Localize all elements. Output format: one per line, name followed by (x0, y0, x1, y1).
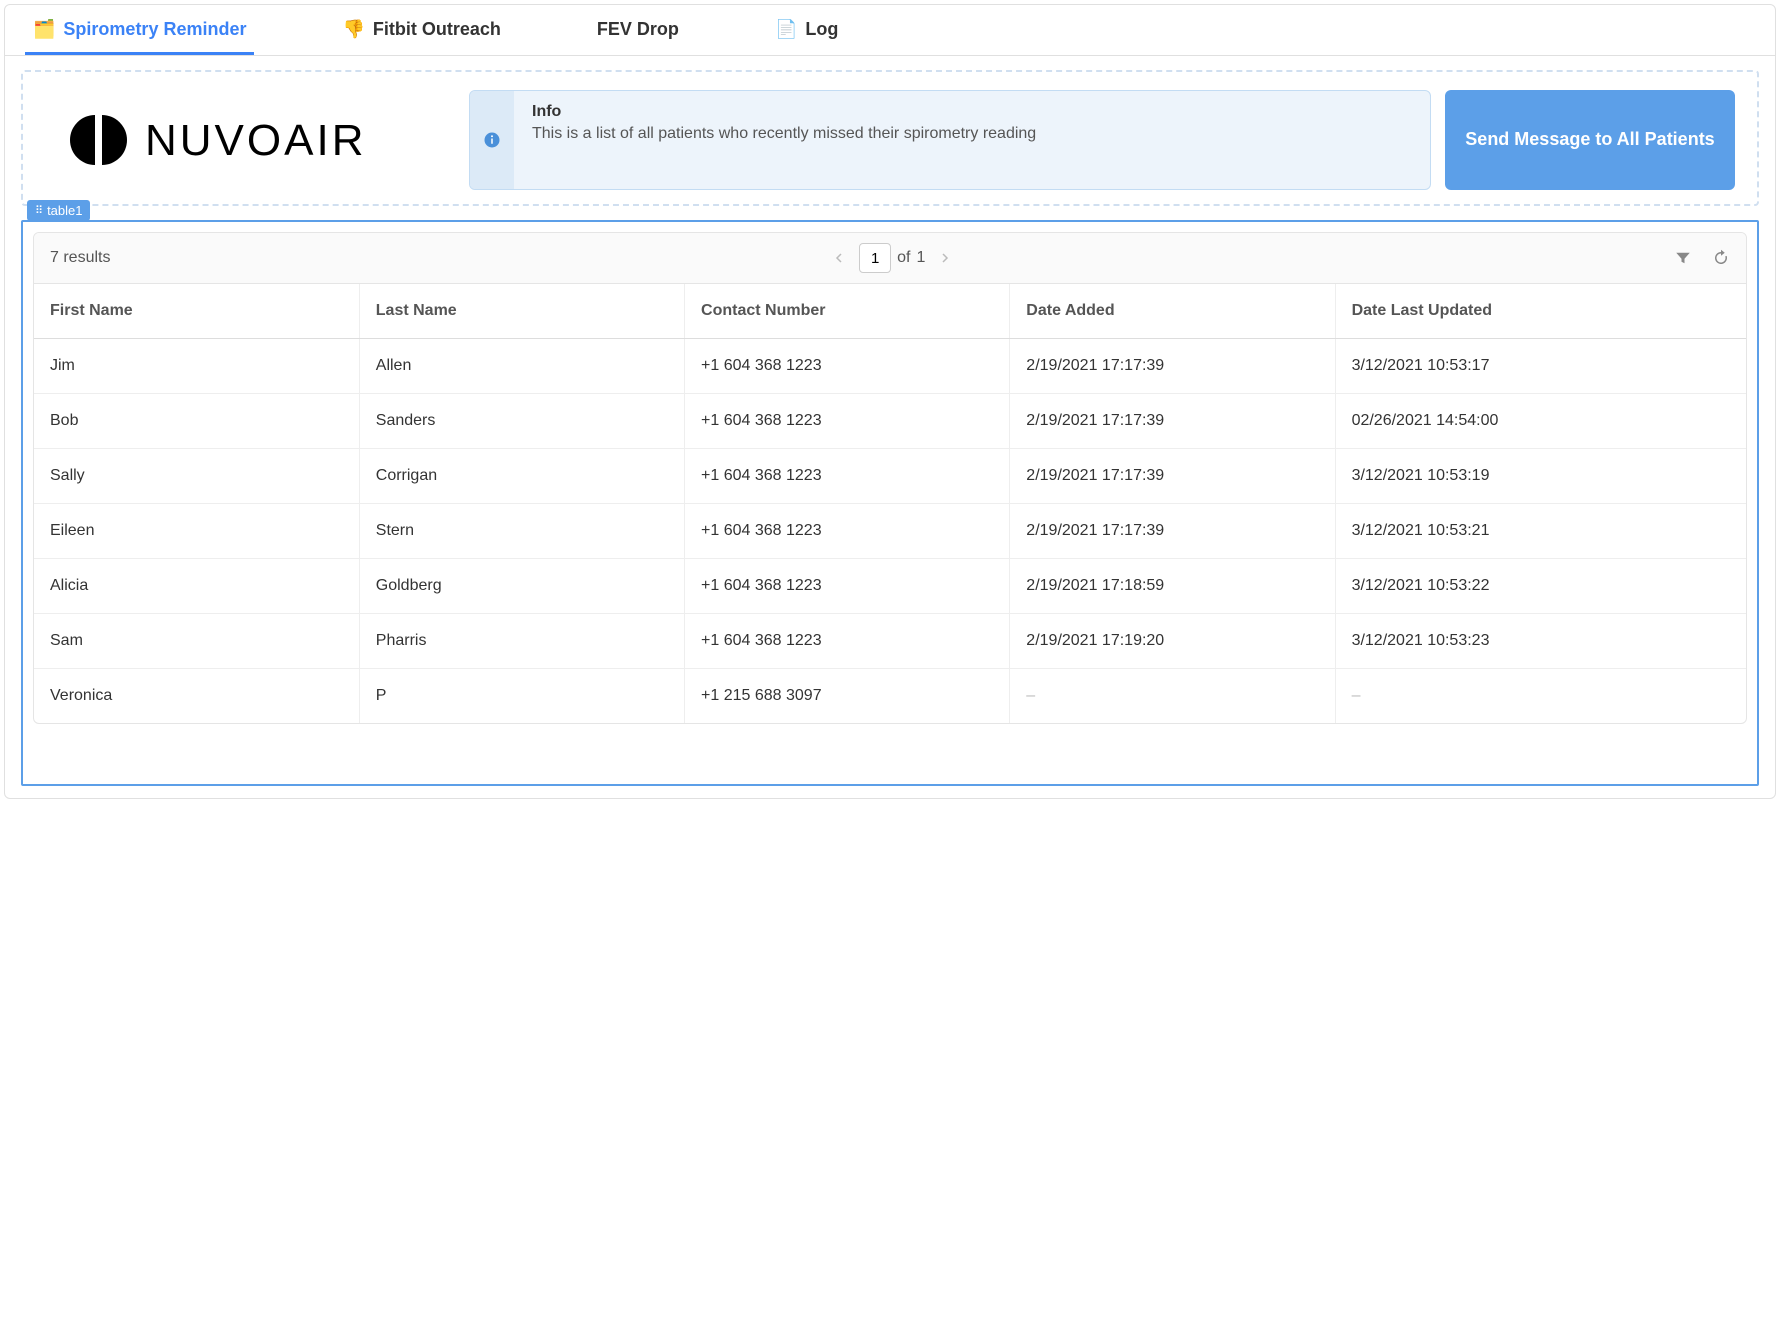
col-date-added[interactable]: Date Added (1010, 284, 1335, 339)
pager-prev[interactable] (825, 244, 853, 272)
cell-first: Alicia (34, 559, 359, 614)
folder-icon: 🗂️ (33, 19, 55, 40)
cell-updated: 02/26/2021 14:54:00 (1335, 394, 1746, 449)
info-title: Info (532, 103, 1036, 121)
table-row[interactable]: SamPharris+1 604 368 12232/19/2021 17:19… (34, 614, 1746, 669)
cell-added: 2/19/2021 17:17:39 (1010, 339, 1335, 394)
table-header-row: First Name Last Name Contact Number Date… (34, 284, 1746, 339)
table-row[interactable]: BobSanders+1 604 368 12232/19/2021 17:17… (34, 394, 1746, 449)
tab-label: Log (805, 19, 838, 40)
pager-of: of (897, 249, 910, 267)
table-toolbar: 7 results of 1 (34, 233, 1746, 284)
cell-first: Eileen (34, 504, 359, 559)
table-row[interactable]: JimAllen+1 604 368 12232/19/2021 17:17:3… (34, 339, 1746, 394)
cell-added: – (1010, 669, 1335, 724)
cell-updated: 3/12/2021 10:53:17 (1335, 339, 1746, 394)
col-contact[interactable]: Contact Number (685, 284, 1010, 339)
cell-contact: +1 604 368 1223 (685, 504, 1010, 559)
header-row: NUVOAIR Info This is a list of all patie… (21, 70, 1759, 206)
cell-added: 2/19/2021 17:17:39 (1010, 504, 1335, 559)
col-last-name[interactable]: Last Name (359, 284, 684, 339)
tab-log[interactable]: 📄 Log (767, 5, 846, 55)
cell-last: Stern (359, 504, 684, 559)
cell-last: Allen (359, 339, 684, 394)
send-message-button[interactable]: Send Message to All Patients (1445, 90, 1735, 190)
cell-first: Veronica (34, 669, 359, 724)
cell-first: Jim (34, 339, 359, 394)
col-first-name[interactable]: First Name (34, 284, 359, 339)
cell-added: 2/19/2021 17:19:20 (1010, 614, 1335, 669)
table-row[interactable]: AliciaGoldberg+1 604 368 12232/19/2021 1… (34, 559, 1746, 614)
cell-contact: +1 215 688 3097 (685, 669, 1010, 724)
table-container: table1 7 results of 1 (21, 220, 1759, 786)
tab-spirometry-reminder[interactable]: 🗂️ Spirometry Reminder (25, 5, 254, 55)
info-icon (470, 91, 514, 189)
results-count: 7 results (50, 249, 110, 267)
cell-last: Corrigan (359, 449, 684, 504)
cell-contact: +1 604 368 1223 (685, 339, 1010, 394)
cell-contact: +1 604 368 1223 (685, 559, 1010, 614)
info-text: This is a list of all patients who recen… (532, 123, 1036, 145)
cell-last: Goldberg (359, 559, 684, 614)
table-row[interactable]: EileenStern+1 604 368 12232/19/2021 17:1… (34, 504, 1746, 559)
info-banner: Info This is a list of all patients who … (469, 90, 1431, 190)
cell-updated: 3/12/2021 10:53:19 (1335, 449, 1746, 504)
table-tag[interactable]: table1 (27, 200, 90, 221)
tab-label: FEV Drop (597, 19, 679, 40)
logo: NUVOAIR (45, 90, 455, 190)
cell-updated: 3/12/2021 10:53:23 (1335, 614, 1746, 669)
cell-added: 2/19/2021 17:17:39 (1010, 394, 1335, 449)
cell-contact: +1 604 368 1223 (685, 394, 1010, 449)
pager: of 1 (825, 243, 959, 273)
pager-next[interactable] (931, 244, 959, 272)
refresh-icon[interactable] (1712, 249, 1730, 267)
cell-last: Sanders (359, 394, 684, 449)
cell-first: Bob (34, 394, 359, 449)
col-date-updated[interactable]: Date Last Updated (1335, 284, 1746, 339)
tabs-bar: 🗂️ Spirometry Reminder 👎 Fitbit Outreach… (5, 5, 1775, 56)
pager-total: 1 (916, 249, 925, 267)
cell-added: 2/19/2021 17:18:59 (1010, 559, 1335, 614)
tab-fev-drop[interactable]: FEV Drop (589, 5, 687, 55)
cell-last: P (359, 669, 684, 724)
cell-updated: 3/12/2021 10:53:21 (1335, 504, 1746, 559)
cell-last: Pharris (359, 614, 684, 669)
cell-first: Sally (34, 449, 359, 504)
cell-updated: – (1335, 669, 1746, 724)
svg-text:NUVOAIR: NUVOAIR (145, 116, 366, 165)
cell-updated: 3/12/2021 10:53:22 (1335, 559, 1746, 614)
nuvoair-logo-icon: NUVOAIR (60, 105, 440, 175)
table-row[interactable]: VeronicaP+1 215 688 3097–– (34, 669, 1746, 724)
thumbs-down-icon: 👎 (342, 19, 364, 40)
app-frame: 🗂️ Spirometry Reminder 👎 Fitbit Outreach… (4, 4, 1776, 799)
tab-fitbit-outreach[interactable]: 👎 Fitbit Outreach (334, 5, 508, 55)
chevron-right-icon (940, 253, 950, 263)
pager-input[interactable] (859, 243, 891, 273)
cell-added: 2/19/2021 17:17:39 (1010, 449, 1335, 504)
tab-label: Fitbit Outreach (373, 19, 501, 40)
table-row[interactable]: SallyCorrigan+1 604 368 12232/19/2021 17… (34, 449, 1746, 504)
cell-contact: +1 604 368 1223 (685, 614, 1010, 669)
document-icon: 📄 (775, 19, 797, 40)
cell-first: Sam (34, 614, 359, 669)
patients-table: First Name Last Name Contact Number Date… (34, 284, 1746, 723)
chevron-left-icon (834, 253, 844, 263)
tab-label: Spirometry Reminder (63, 19, 246, 40)
cell-contact: +1 604 368 1223 (685, 449, 1010, 504)
filter-icon[interactable] (1674, 249, 1692, 267)
